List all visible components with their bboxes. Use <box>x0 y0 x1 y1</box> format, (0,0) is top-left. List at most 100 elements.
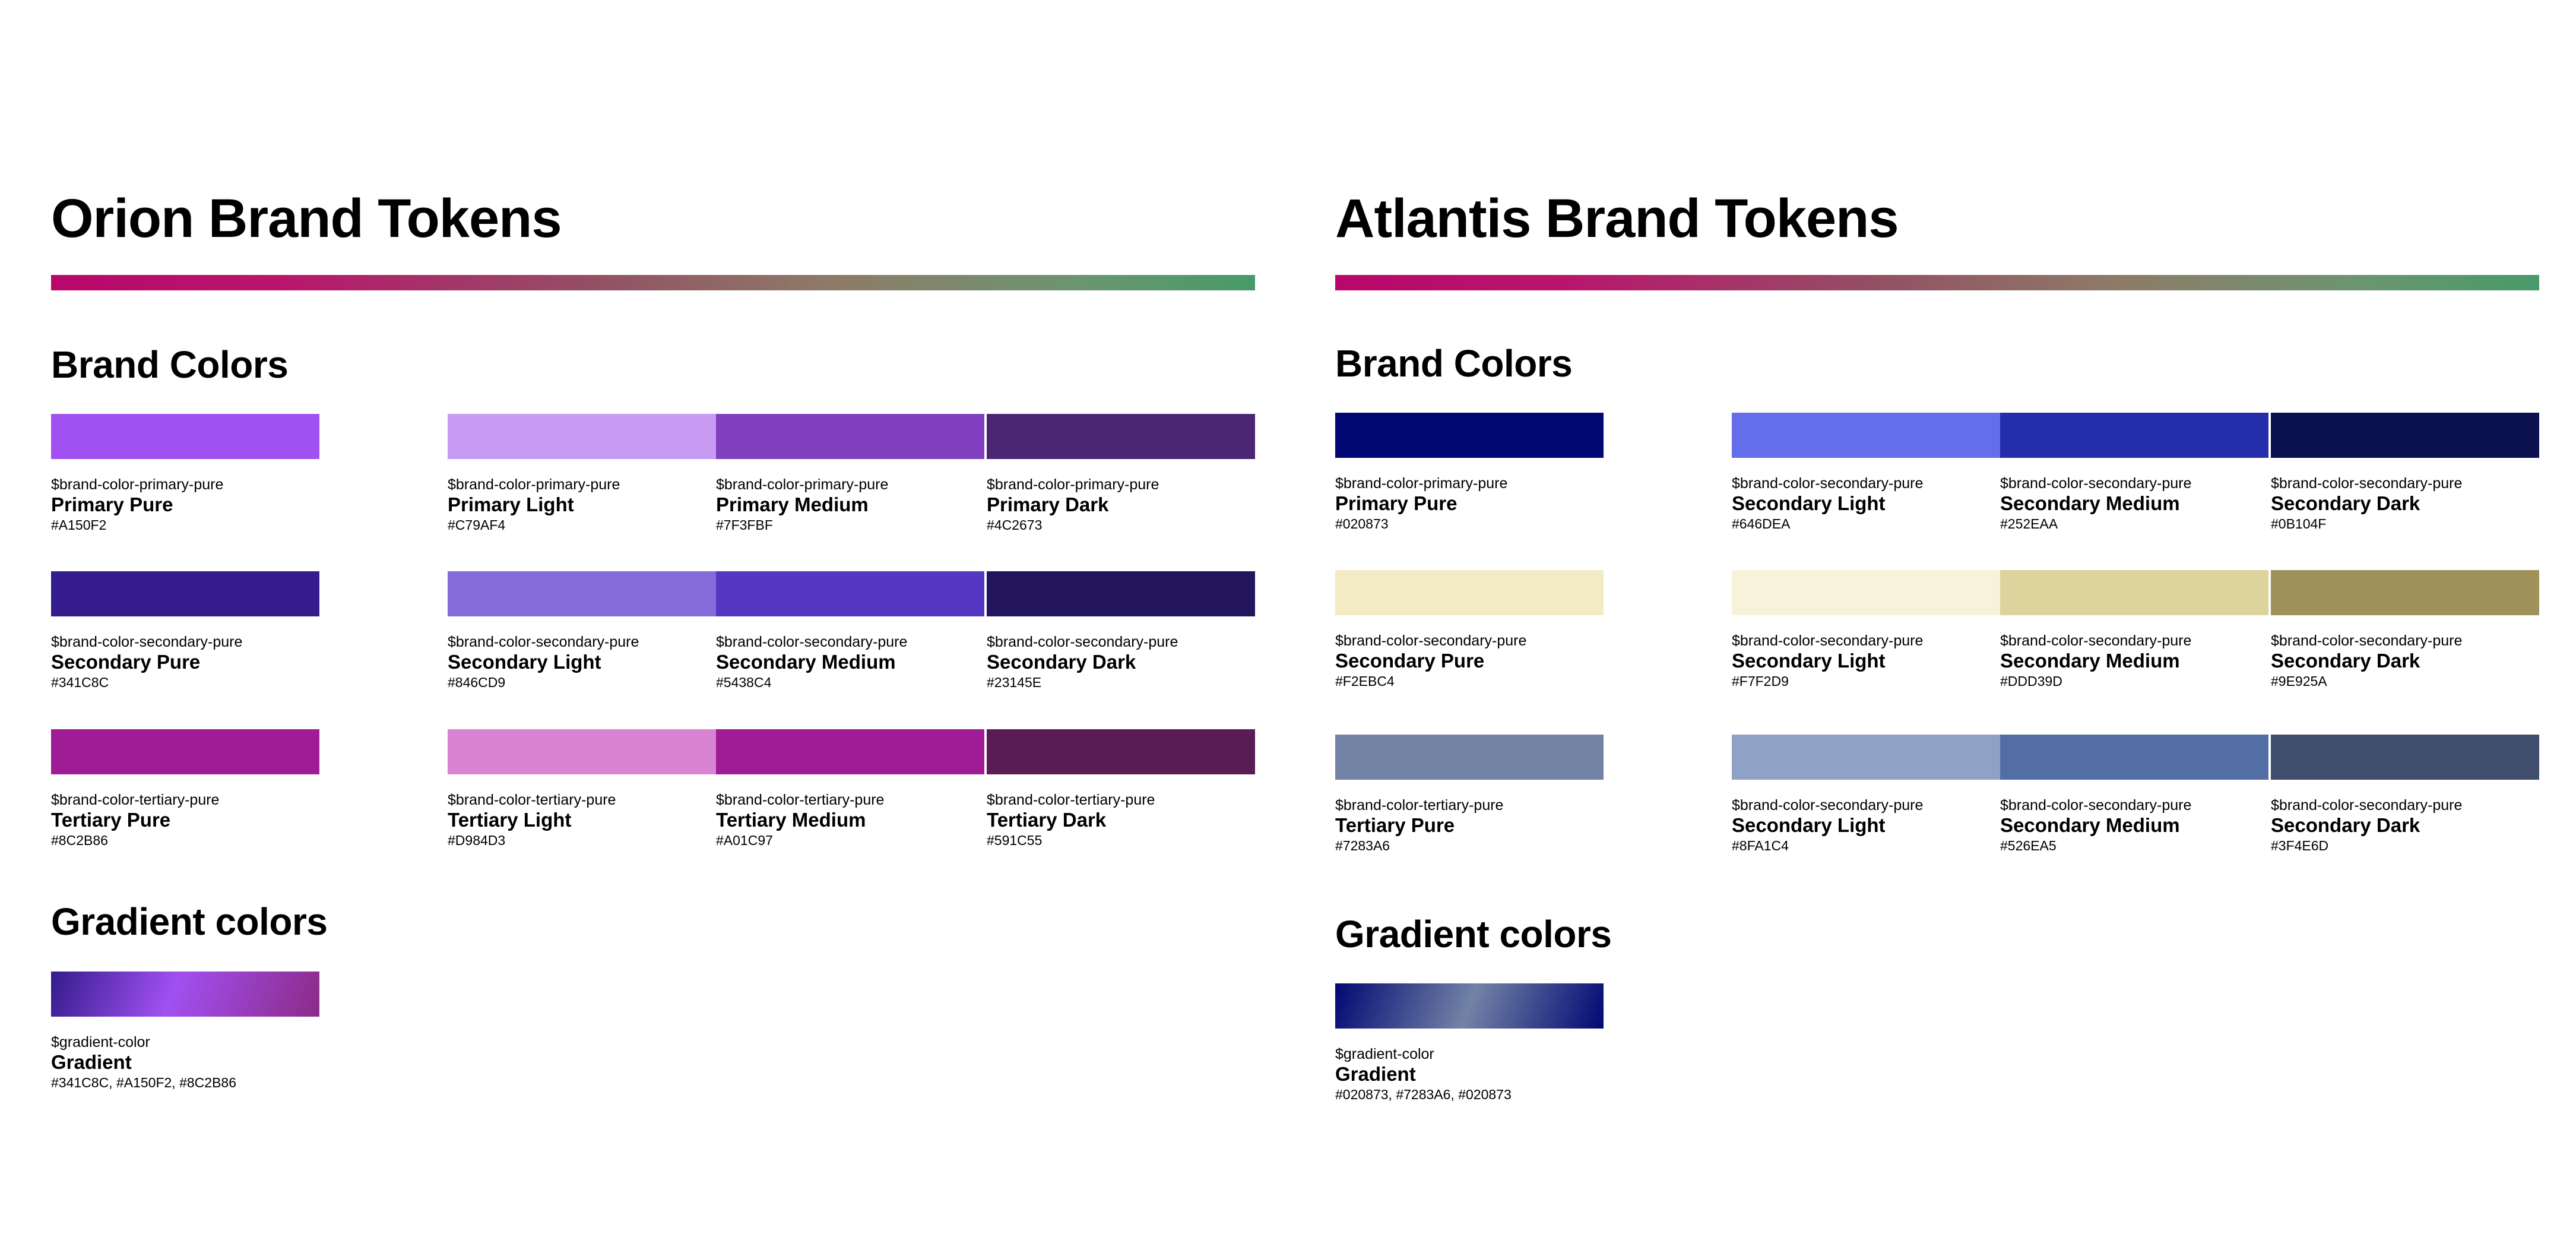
atlantis-row2-light-swatch: $brand-color-secondary-pure Secondary Li… <box>1732 570 2000 690</box>
color-label: Secondary Pure <box>51 651 201 673</box>
atlantis-row1-medium-swatch: $brand-color-secondary-pure Secondary Me… <box>2000 413 2268 533</box>
token-name: $brand-color-secondary-pure <box>2000 632 2192 649</box>
token-name: $gradient-color <box>1335 1046 1434 1062</box>
token-name: $brand-color-primary-pure <box>1335 475 1508 492</box>
color-swatch <box>2271 413 2539 458</box>
hex-value: #3F4E6D <box>2271 838 2329 853</box>
color-swatch <box>987 729 1255 774</box>
orion-tertiary-pure-swatch: $brand-color-tertiary-pure Tertiary Pure… <box>51 729 319 849</box>
token-name: $brand-color-secondary-pure <box>1732 632 1924 649</box>
hex-value: #020873 <box>1335 516 1389 531</box>
color-label: Tertiary Dark <box>987 809 1107 831</box>
orion-tertiary-medium-swatch: $brand-color-tertiary-pure Tertiary Medi… <box>716 729 984 849</box>
token-name: $brand-color-primary-pure <box>987 476 1159 493</box>
orion-title-gradient-bar <box>51 275 1255 290</box>
color-swatch <box>1732 413 2000 458</box>
color-swatch <box>1335 413 1604 458</box>
atlantis-title-gradient-bar <box>1335 275 2539 290</box>
color-swatch <box>716 414 984 459</box>
hex-value: #7283A6 <box>1335 838 1390 853</box>
color-swatch <box>987 571 1255 616</box>
atlantis-title: Atlantis Brand Tokens <box>1335 188 1899 249</box>
token-name: $brand-color-primary-pure <box>51 476 224 493</box>
color-label: Primary Pure <box>1335 492 1457 514</box>
color-label: Primary Pure <box>51 493 173 515</box>
color-swatch <box>716 729 984 774</box>
hex-value: #D984D3 <box>448 833 506 848</box>
token-name: $brand-color-secondary-pure <box>1732 475 1924 492</box>
token-name: $brand-color-secondary-pure <box>1732 797 1924 814</box>
hex-value: #23145E <box>987 675 1042 690</box>
token-name: $brand-color-secondary-pure <box>987 634 1178 650</box>
token-name: $brand-color-secondary-pure <box>2271 475 2463 492</box>
color-label: Secondary Dark <box>2271 814 2420 836</box>
token-name: $brand-color-secondary-pure <box>1335 632 1527 649</box>
token-name: $brand-color-tertiary-pure <box>1335 797 1504 814</box>
color-label: Secondary Light <box>448 651 601 673</box>
atlantis-row2-medium-swatch: $brand-color-secondary-pure Secondary Me… <box>2000 570 2268 690</box>
orion-brand-colors-heading: Brand Colors <box>51 343 289 386</box>
atlantis-row3-medium-swatch: $brand-color-secondary-pure Secondary Me… <box>2000 735 2268 855</box>
token-name: $gradient-color <box>51 1034 150 1051</box>
color-label: Secondary Dark <box>2271 650 2420 672</box>
color-label: Tertiary Light <box>448 809 572 831</box>
orion-secondary-pure-swatch: $brand-color-secondary-pure Secondary Pu… <box>51 571 319 691</box>
color-swatch <box>2000 735 2268 780</box>
hex-value: #5438C4 <box>716 675 772 690</box>
orion-secondary-medium-swatch: $brand-color-secondary-pure Secondary Me… <box>716 571 984 691</box>
atlantis-row1-dark-swatch: $brand-color-secondary-pure Secondary Da… <box>2271 413 2539 533</box>
color-swatch <box>716 571 984 616</box>
orion-gradient-heading: Gradient colors <box>51 900 328 943</box>
hex-value: #A01C97 <box>716 833 773 848</box>
token-name: $brand-color-tertiary-pure <box>716 792 885 808</box>
orion-primary-dark-swatch: $brand-color-primary-pure Primary Dark #… <box>987 414 1255 534</box>
orion-primary-pure-swatch: $brand-color-primary-pure Primary Pure #… <box>51 414 319 534</box>
color-label: Gradient <box>51 1051 132 1073</box>
gradient-swatch <box>51 972 319 1017</box>
hex-value: #8FA1C4 <box>1732 838 1789 853</box>
atlantis-row3-light-swatch: $brand-color-secondary-pure Secondary Li… <box>1732 735 2000 855</box>
hex-value: #646DEA <box>1732 516 1791 531</box>
color-label: Secondary Light <box>1732 492 1886 514</box>
hex-value: #341C8C, #A150F2, #8C2B86 <box>51 1075 236 1090</box>
color-swatch <box>448 571 716 616</box>
token-name: $brand-color-tertiary-pure <box>51 792 220 808</box>
atlantis-primary-pure-swatch: $brand-color-primary-pure Primary Pure #… <box>1335 413 1604 533</box>
token-name: $brand-color-primary-pure <box>448 476 620 493</box>
color-swatch <box>51 414 319 459</box>
hex-value: #341C8C <box>51 675 109 690</box>
color-swatch <box>2271 570 2539 615</box>
hex-value: #F2EBC4 <box>1335 673 1395 689</box>
color-swatch <box>1335 570 1604 615</box>
atlantis-row1-light-swatch: $brand-color-secondary-pure Secondary Li… <box>1732 413 2000 533</box>
color-label: Secondary Pure <box>1335 650 1485 672</box>
hex-value: #7F3FBF <box>716 517 773 533</box>
token-name: $brand-color-secondary-pure <box>2271 632 2463 649</box>
orion-gradient-swatch-block: $gradient-color Gradient #341C8C, #A150F… <box>51 972 319 1091</box>
hex-value: #A150F2 <box>51 517 107 533</box>
token-name: $brand-color-secondary-pure <box>2000 475 2192 492</box>
color-label: Secondary Dark <box>987 651 1136 673</box>
color-label: Tertiary Pure <box>1335 814 1455 836</box>
hex-value: #8C2B86 <box>51 833 108 848</box>
color-label: Secondary Medium <box>2000 814 2180 836</box>
orion-secondary-light-swatch: $brand-color-secondary-pure Secondary Li… <box>448 571 716 691</box>
color-label: Primary Medium <box>716 493 869 515</box>
color-swatch <box>448 729 716 774</box>
atlantis-tertiary-pure-swatch: $brand-color-tertiary-pure Tertiary Pure… <box>1335 735 1604 855</box>
color-label: Primary Light <box>448 493 574 515</box>
orion-primary-medium-swatch: $brand-color-primary-pure Primary Medium… <box>716 414 984 534</box>
color-label: Secondary Light <box>1732 814 1886 836</box>
color-swatch <box>448 414 716 459</box>
hex-value: #4C2673 <box>987 517 1043 533</box>
atlantis-row3-dark-swatch: $brand-color-secondary-pure Secondary Da… <box>2271 735 2539 855</box>
atlantis-row2-dark-swatch: $brand-color-secondary-pure Secondary Da… <box>2271 570 2539 690</box>
orion-title: Orion Brand Tokens <box>51 188 562 249</box>
color-swatch <box>1732 570 2000 615</box>
color-swatch <box>1335 735 1604 780</box>
hex-value: #846CD9 <box>448 675 506 690</box>
hex-value: #F7F2D9 <box>1732 673 1789 689</box>
orion-primary-light-swatch: $brand-color-primary-pure Primary Light … <box>448 414 716 534</box>
color-label: Tertiary Medium <box>716 809 866 831</box>
color-label: Secondary Light <box>1732 650 1886 672</box>
